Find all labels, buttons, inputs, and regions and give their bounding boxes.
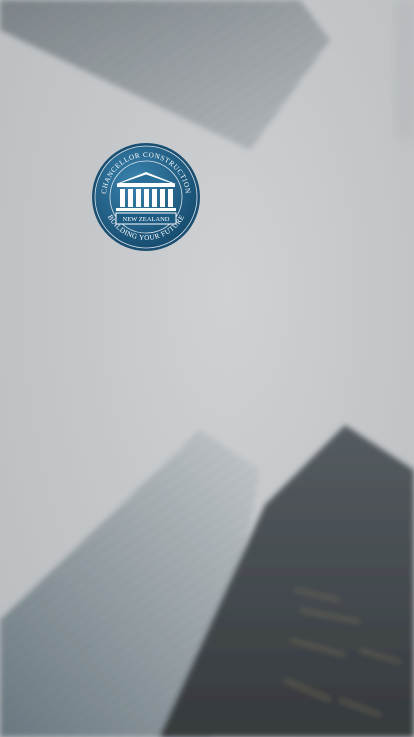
background-photo — [0, 0, 414, 737]
new-zealand-banner: NEW ZEALAND — [115, 212, 177, 225]
splash-screen: CHANCELLOR CONSTRUCTION BUILDING YOUR FU… — [0, 0, 414, 737]
logo-banner-text: NEW ZEALAND — [123, 216, 170, 223]
company-logo-badge: CHANCELLOR CONSTRUCTION BUILDING YOUR FU… — [91, 142, 201, 252]
